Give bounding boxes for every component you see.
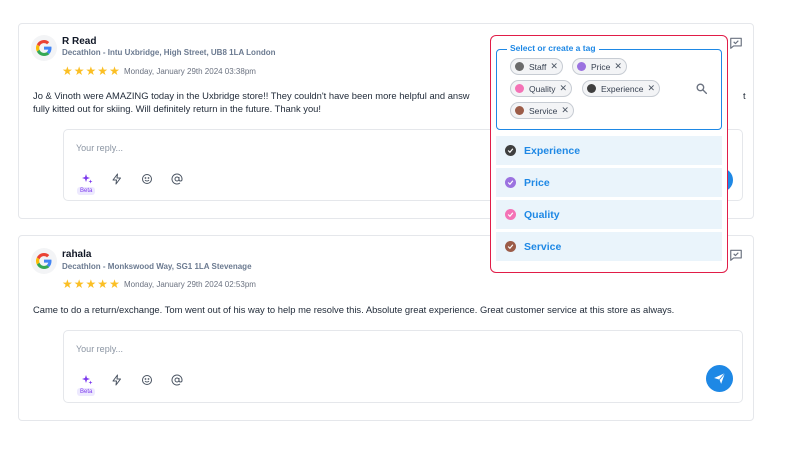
star-icon: ★ xyxy=(73,277,85,291)
reply-input[interactable]: Your reply... xyxy=(76,143,123,153)
review-text-line2: fully kitted out for skiing. Will defini… xyxy=(33,103,321,114)
review-text-end: t xyxy=(743,90,746,101)
review-text-line1: Jo & Vinoth were AMAZING today in the Ux… xyxy=(33,90,470,101)
store-location: Decathlon - Monkswood Way, SG1 1LA Steve… xyxy=(62,262,252,271)
remove-tag-icon[interactable]: ✕ xyxy=(614,61,622,72)
remove-tag-icon[interactable]: ✕ xyxy=(561,105,569,116)
search-icon[interactable] xyxy=(695,82,709,96)
star-icon: ★ xyxy=(109,277,120,291)
tag-chip-service: Service ✕ xyxy=(510,102,574,119)
remove-tag-icon[interactable]: ✕ xyxy=(550,61,558,72)
emoji-icon[interactable] xyxy=(140,373,153,386)
tag-color-dot xyxy=(587,84,596,93)
tag-option-label: Price xyxy=(524,176,550,189)
tag-option-price[interactable]: Price xyxy=(496,168,722,197)
star-icon: ★ xyxy=(85,64,97,78)
star-icon: ★ xyxy=(62,64,73,78)
tag-chip-price: Price ✕ xyxy=(572,58,627,75)
check-circle-icon xyxy=(505,177,516,188)
tag-chip-experience: Experience ✕ xyxy=(582,80,661,97)
star-icon: ★ xyxy=(97,64,109,78)
ai-sparkle-icon[interactable] xyxy=(80,172,93,185)
tag-input-field[interactable]: Select or create a tag Staff ✕ Price ✕ Q… xyxy=(496,43,722,130)
mention-icon[interactable] xyxy=(170,373,183,386)
reply-toolbar xyxy=(80,373,183,386)
reply-input[interactable]: Your reply... xyxy=(76,344,123,354)
tag-field-legend: Select or create a tag xyxy=(507,43,599,53)
mention-icon[interactable] xyxy=(170,172,183,185)
star-icon: ★ xyxy=(85,277,97,291)
beta-badge: Beta xyxy=(77,187,96,195)
review-date: Monday, January 29th 2024 02:53pm xyxy=(124,280,256,289)
comment-check-icon[interactable] xyxy=(729,248,743,262)
check-circle-icon xyxy=(505,209,516,220)
tag-chip-staff: Staff ✕ xyxy=(510,58,563,75)
review-text: Came to do a return/exchange. Tom went o… xyxy=(33,304,675,315)
google-logo-icon xyxy=(31,35,57,61)
tag-option-quality[interactable]: Quality xyxy=(496,200,722,229)
send-icon xyxy=(714,372,726,384)
reviewer-name: rahala xyxy=(62,249,92,260)
check-circle-icon xyxy=(505,241,516,252)
star-icon: ★ xyxy=(109,64,120,78)
reply-box[interactable]: Your reply... Beta xyxy=(63,330,743,403)
tag-color-dot xyxy=(577,62,586,71)
tag-selector-dropdown: Select or create a tag Staff ✕ Price ✕ Q… xyxy=(490,35,728,273)
tag-option-experience[interactable]: Experience xyxy=(496,136,722,165)
beta-badge: Beta xyxy=(77,388,96,396)
tag-chip-label: Experience xyxy=(601,83,644,94)
tag-option-label: Experience xyxy=(524,144,581,157)
reply-toolbar xyxy=(80,172,183,185)
tag-color-dot xyxy=(515,106,524,115)
lightning-icon[interactable] xyxy=(110,373,123,386)
star-icon: ★ xyxy=(73,64,85,78)
comment-check-icon[interactable] xyxy=(729,36,743,50)
star-icon: ★ xyxy=(97,277,109,291)
tag-chip-label: Staff xyxy=(529,61,547,72)
tag-chip-label: Quality xyxy=(529,83,556,94)
tag-option-label: Service xyxy=(524,240,562,253)
tag-color-dot xyxy=(515,62,524,71)
tag-color-dot xyxy=(515,84,524,93)
tag-chip-label: Service xyxy=(529,105,558,116)
lightning-icon[interactable] xyxy=(110,172,123,185)
send-button[interactable] xyxy=(706,365,733,392)
star-icon: ★ xyxy=(62,277,73,291)
google-logo-icon xyxy=(31,248,57,274)
check-circle-icon xyxy=(505,145,516,156)
remove-tag-icon[interactable]: ✕ xyxy=(559,83,567,94)
ai-sparkle-icon[interactable] xyxy=(80,373,93,386)
tag-option-label: Quality xyxy=(524,208,560,221)
remove-tag-icon[interactable]: ✕ xyxy=(648,83,656,94)
tag-chip-label: Price xyxy=(591,61,611,72)
tag-option-service[interactable]: Service xyxy=(496,232,722,261)
star-rating: ★ ★ ★ ★ ★ xyxy=(62,65,120,77)
star-rating: ★ ★ ★ ★ ★ xyxy=(62,278,120,290)
review-date: Monday, January 29th 2024 03:38pm xyxy=(124,67,256,76)
reviewer-name: R Read xyxy=(62,36,97,47)
emoji-icon[interactable] xyxy=(140,172,153,185)
store-location: Decathlon - Intu Uxbridge, High Street, … xyxy=(62,48,276,57)
tag-chip-quality: Quality ✕ xyxy=(510,80,573,97)
